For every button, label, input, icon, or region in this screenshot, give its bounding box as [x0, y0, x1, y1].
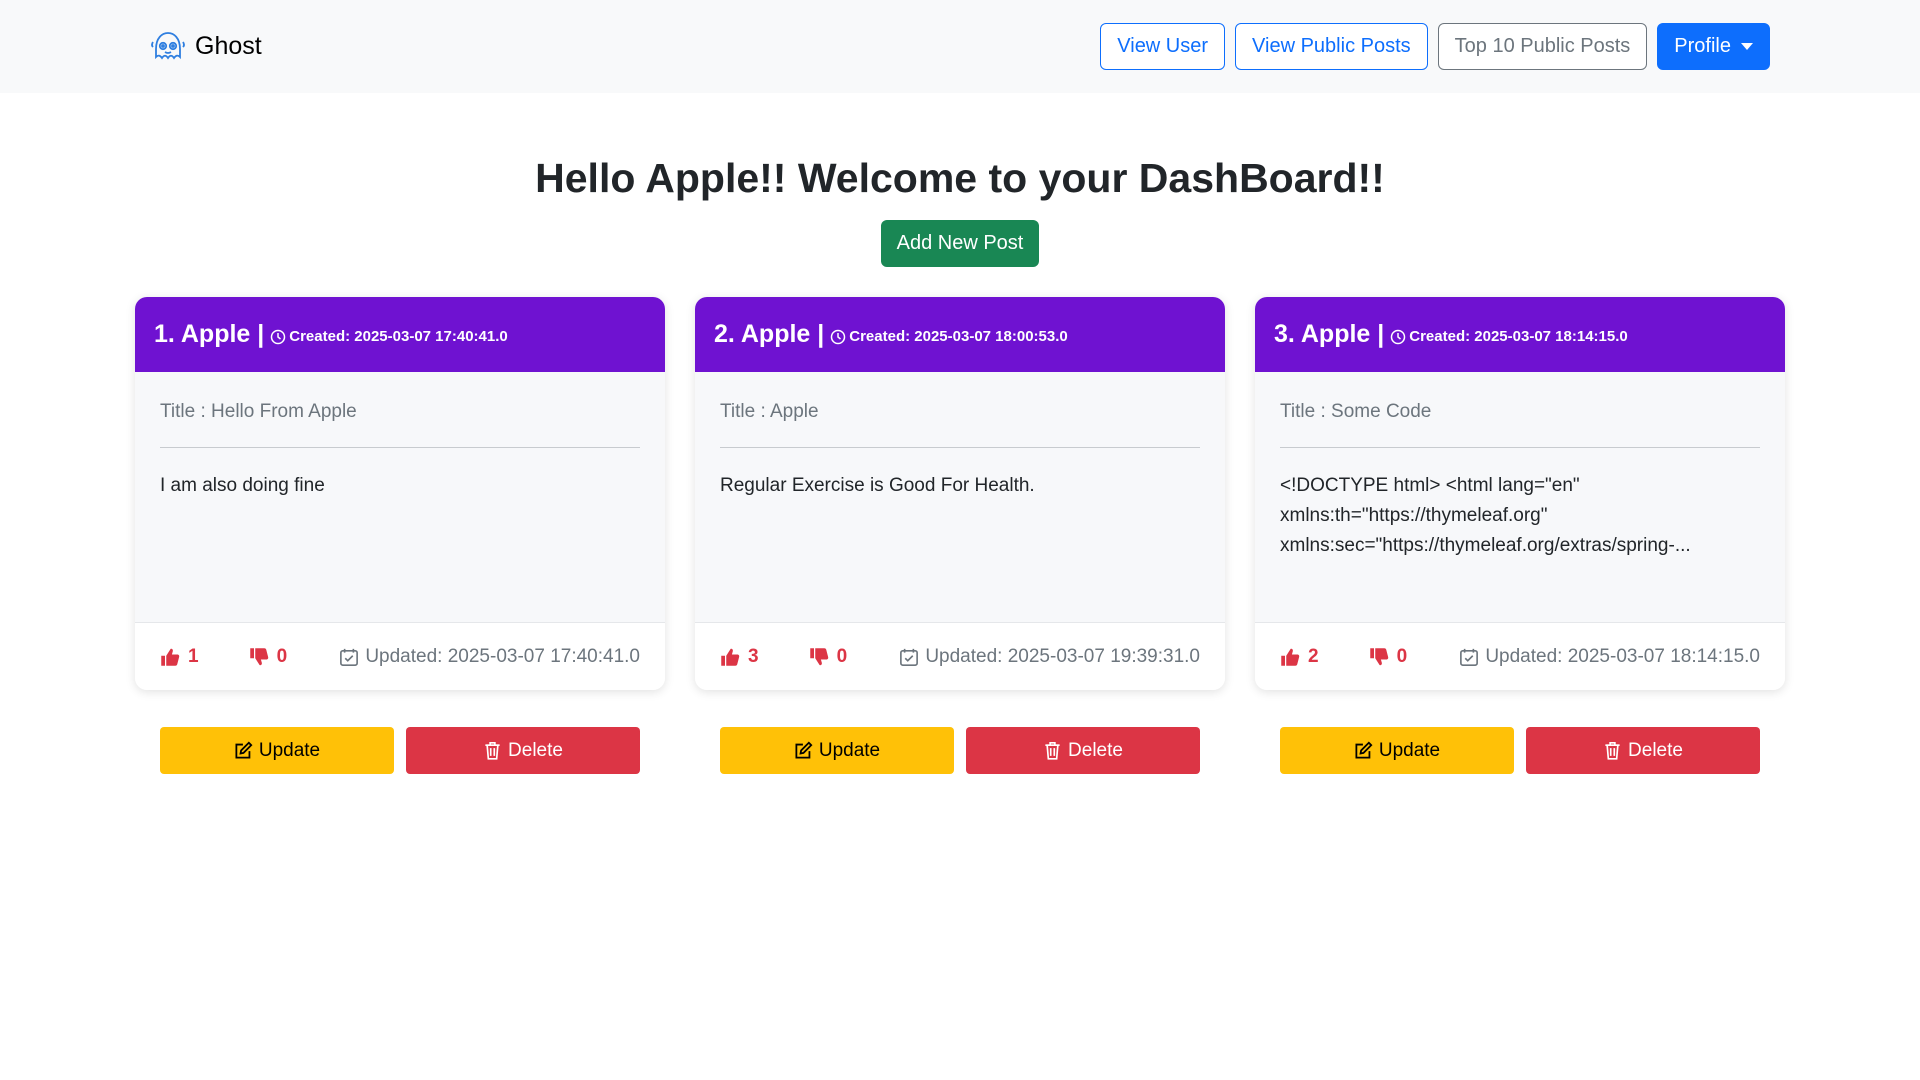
trash-icon [485, 741, 500, 760]
thumbs-down-icon [809, 647, 828, 665]
post-card-footer: 2 0 Updated: 2025-03-07 18:14:15.0 [1255, 622, 1785, 690]
post-content: Regular Exercise is Good For Health. [720, 475, 1035, 496]
post-title: Title : Some Code [1280, 372, 1760, 448]
ghost-logo-icon [151, 31, 185, 60]
like-button[interactable]: 2 [1280, 646, 1319, 668]
brand[interactable]: Ghost [148, 27, 262, 67]
thumbs-up-icon [721, 648, 740, 666]
nav-actions: View User View Public Posts Top 10 Publi… [1100, 23, 1770, 70]
view-user-button[interactable]: View User [1100, 23, 1226, 70]
updated-text: Updated: 2025-03-07 18:14:15.0 [1485, 645, 1760, 667]
post-card: 3. Apple | Created: 2025-03-07 18:14:15.… [1255, 297, 1785, 690]
post-title: Title : Hello From Apple [160, 372, 640, 448]
delete-post-button[interactable]: Delete [1526, 727, 1760, 774]
update-label: Update [1378, 739, 1441, 761]
update-label: Update [258, 739, 321, 761]
post-title: Title : Apple [720, 372, 1200, 448]
created-timestamp: Created: 2025-03-07 18:14:15.0 [1390, 328, 1628, 345]
edit-icon [235, 741, 253, 759]
add-post-wrapper: Add New Post [0, 220, 1920, 267]
dislike-button[interactable]: 0 [249, 645, 288, 668]
updated-timestamp: Updated: 2025-03-07 18:14:15.0 [1459, 646, 1760, 668]
like-count: 3 [748, 645, 759, 667]
post-card-footer: 3 0 Updated: 2025-03-07 19:39:31.0 [695, 622, 1225, 690]
post-column: 1. Apple | Created: 2025-03-07 17:40:41.… [135, 297, 665, 774]
created-text: Created: 2025-03-07 17:40:41.0 [289, 328, 508, 345]
post-card: 1. Apple | Created: 2025-03-07 17:40:41.… [135, 297, 665, 690]
post-card: 2. Apple | Created: 2025-03-07 18:00:53.… [695, 297, 1225, 690]
updated-text: Updated: 2025-03-07 17:40:41.0 [365, 645, 640, 667]
post-card-grid: 1. Apple | Created: 2025-03-07 17:40:41.… [135, 297, 1920, 774]
post-card-header: 3. Apple | Created: 2025-03-07 18:14:15.… [1255, 297, 1785, 372]
post-card-body: Title : Apple Regular Exercise is Good F… [695, 372, 1225, 622]
calendar-check-icon [900, 648, 919, 666]
like-button[interactable]: 1 [160, 646, 199, 668]
like-count: 1 [188, 645, 199, 667]
like-count: 2 [1308, 645, 1319, 667]
update-label: Update [818, 739, 881, 761]
delete-post-button[interactable]: Delete [406, 727, 640, 774]
post-card-body: Title : Some Code <!DOCTYPE html> <html … [1255, 372, 1785, 622]
updated-timestamp: Updated: 2025-03-07 19:39:31.0 [899, 646, 1200, 668]
updated-text: Updated: 2025-03-07 19:39:31.0 [925, 645, 1200, 667]
calendar-check-icon [340, 648, 359, 666]
update-post-button[interactable]: Update [1280, 727, 1514, 774]
delete-label: Delete [1628, 739, 1683, 761]
navbar: Ghost View User View Public Posts Top 10… [0, 0, 1920, 93]
post-content: <!DOCTYPE html> <html lang="en" xmlns:th… [1280, 475, 1691, 556]
thumbs-down-icon [1369, 647, 1388, 665]
created-timestamp: Created: 2025-03-07 18:00:53.0 [830, 328, 1068, 345]
dislike-count: 0 [276, 645, 288, 667]
created-text: Created: 2025-03-07 18:14:15.0 [1409, 328, 1628, 345]
page-title: Hello Apple!! Welcome to your DashBoard!… [535, 155, 1385, 201]
post-author: 3. Apple | [1274, 320, 1385, 348]
post-actions: Update Delete [695, 727, 1225, 774]
post-author: 1. Apple | [154, 320, 265, 348]
clock-icon [1391, 329, 1406, 344]
thumbs-up-icon [1281, 648, 1300, 666]
brand-name: Ghost [195, 32, 262, 60]
post-column: 2. Apple | Created: 2025-03-07 18:00:53.… [695, 297, 1225, 774]
dislike-button[interactable]: 0 [1369, 645, 1408, 668]
post-actions: Update Delete [1255, 727, 1785, 774]
created-text: Created: 2025-03-07 18:00:53.0 [849, 328, 1068, 345]
add-new-post-button[interactable]: Add New Post [880, 220, 1040, 267]
like-button[interactable]: 3 [720, 646, 759, 668]
updated-timestamp: Updated: 2025-03-07 17:40:41.0 [339, 646, 640, 668]
caret-down-icon [1741, 43, 1753, 50]
thumbs-down-icon [249, 647, 268, 665]
delete-label: Delete [508, 739, 563, 761]
post-content: I am also doing fine [160, 475, 325, 496]
clock-icon [271, 329, 286, 344]
thumbs-up-icon [161, 648, 180, 666]
created-timestamp: Created: 2025-03-07 17:40:41.0 [270, 328, 508, 345]
trash-icon [1605, 741, 1620, 760]
calendar-check-icon [1460, 648, 1479, 666]
profile-dropdown-button[interactable]: Profile [1657, 23, 1770, 70]
post-card-header: 1. Apple | Created: 2025-03-07 17:40:41.… [135, 297, 665, 372]
post-column: 3. Apple | Created: 2025-03-07 18:14:15.… [1255, 297, 1785, 774]
dislike-count: 0 [836, 645, 848, 667]
post-card-body: Title : Hello From Apple I am also doing… [135, 372, 665, 622]
delete-post-button[interactable]: Delete [966, 727, 1200, 774]
post-author: 2. Apple | [714, 320, 825, 348]
profile-label: Profile [1674, 35, 1731, 57]
dislike-button[interactable]: 0 [809, 645, 848, 668]
trash-icon [1045, 741, 1060, 760]
update-post-button[interactable]: Update [160, 727, 394, 774]
top-public-posts-button[interactable]: Top 10 Public Posts [1437, 23, 1648, 70]
clock-icon [831, 329, 846, 344]
post-actions: Update Delete [135, 727, 665, 774]
view-public-posts-button[interactable]: View Public Posts [1235, 23, 1428, 70]
dislike-count: 0 [1396, 645, 1408, 667]
delete-label: Delete [1068, 739, 1123, 761]
edit-icon [1355, 741, 1373, 759]
post-card-footer: 1 0 Updated: 2025-03-07 17:40:41.0 [135, 622, 665, 690]
post-card-header: 2. Apple | Created: 2025-03-07 18:00:53.… [695, 297, 1225, 372]
edit-icon [795, 741, 813, 759]
update-post-button[interactable]: Update [720, 727, 954, 774]
